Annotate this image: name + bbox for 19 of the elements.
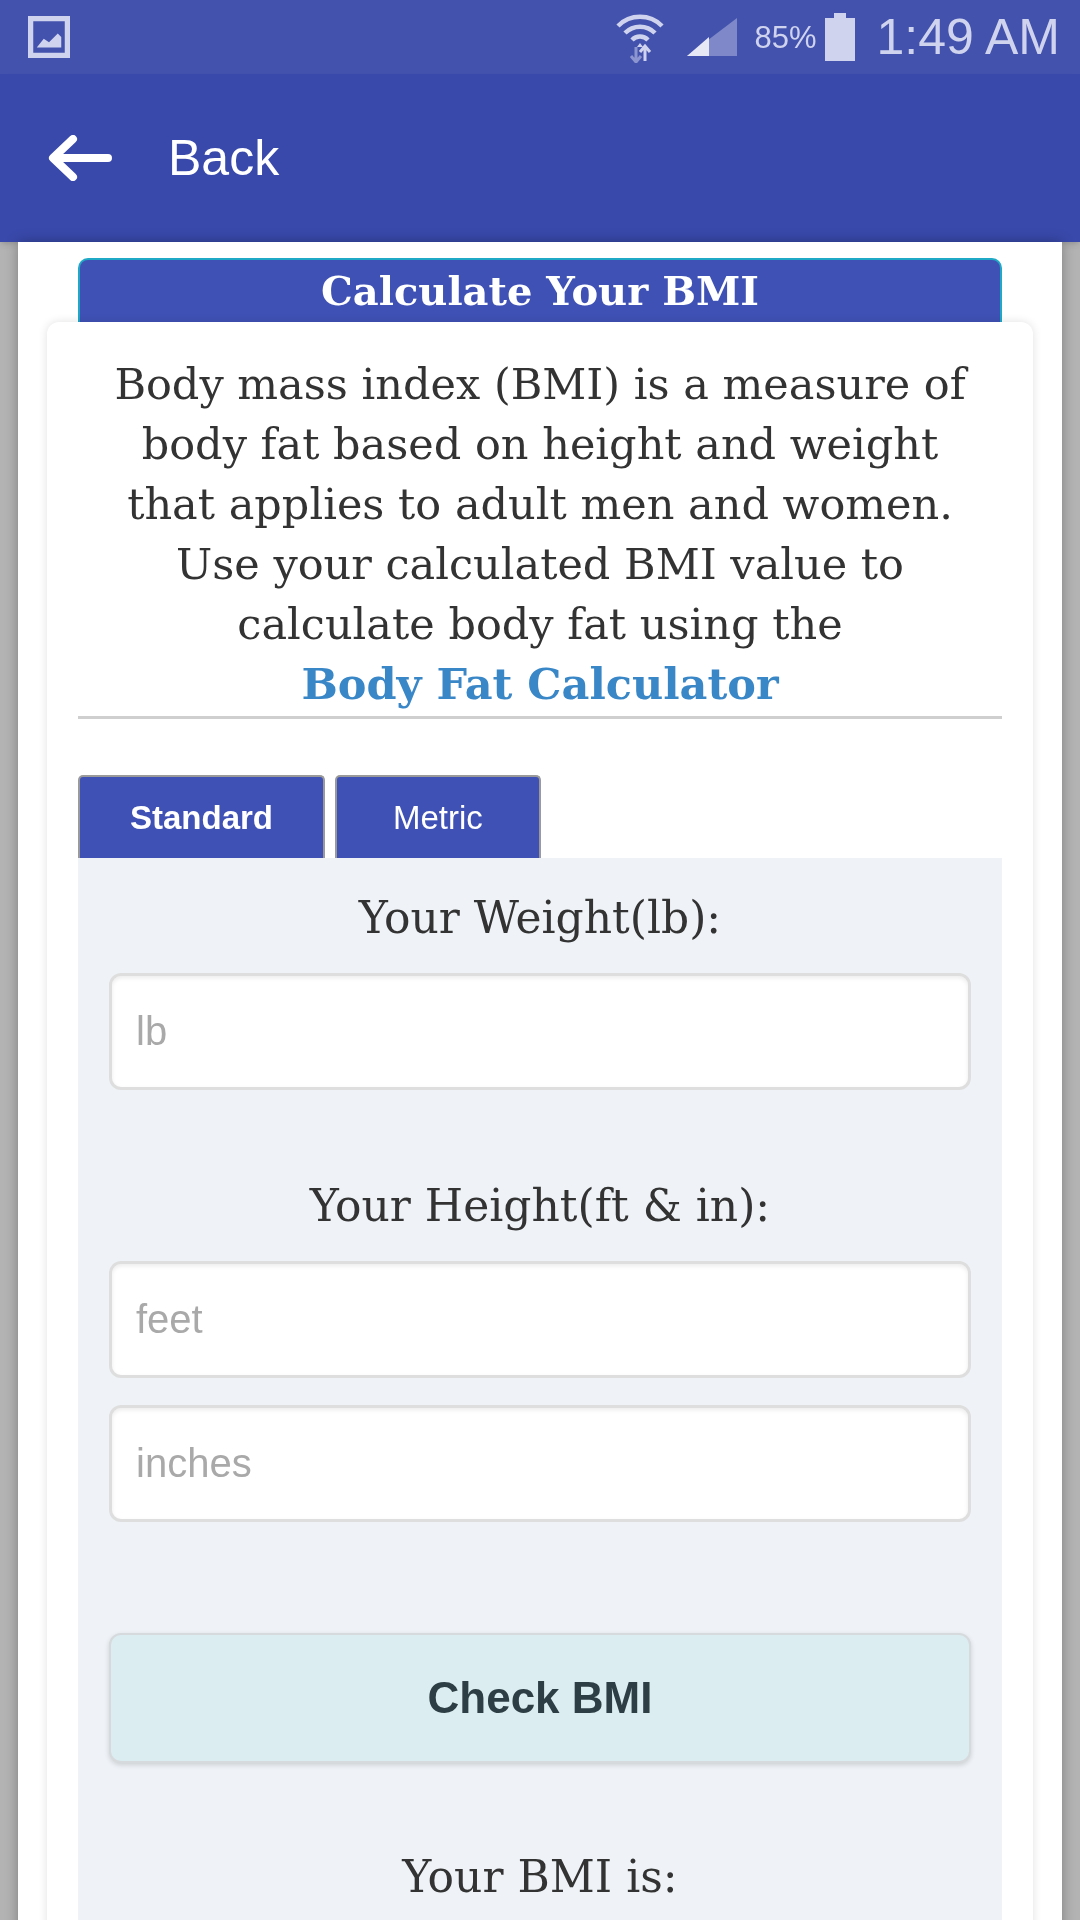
input-field[interactable]: lb [109, 973, 971, 1090]
field-label: Your Height(ft & in): [308, 1179, 772, 1233]
field-label: Your Weight(lb): [357, 891, 723, 945]
card-title: Calculate Your BMI [321, 271, 759, 311]
signal-icon [686, 18, 737, 56]
clock-time: 1:49 AM [876, 12, 1060, 62]
input-field[interactable]: inches [109, 1405, 971, 1522]
input-field[interactable]: feet [109, 1261, 971, 1378]
unit-tab[interactable]: Standard [78, 775, 326, 858]
back-button[interactable]: Back [48, 133, 280, 183]
result-label: Your BMI is: [402, 1850, 678, 1904]
unit-tab[interactable]: Metric [335, 775, 541, 858]
battery-icon [824, 13, 855, 61]
image-icon [28, 16, 70, 58]
body-fat-calculator-link[interactable]: Body Fat Calculator [301, 659, 779, 709]
check-bmi-button[interactable]: Check BMI [109, 1633, 971, 1763]
battery-percentage: 85% [754, 21, 817, 53]
intro-text: Body mass index (BMI) is a measure of body fat based on height and weight that applies to adult men and women. Use your calculated BMI value to calculate body fat using the Body Fat Calculator [94, 354, 986, 714]
arrow-left-icon [48, 135, 112, 181]
